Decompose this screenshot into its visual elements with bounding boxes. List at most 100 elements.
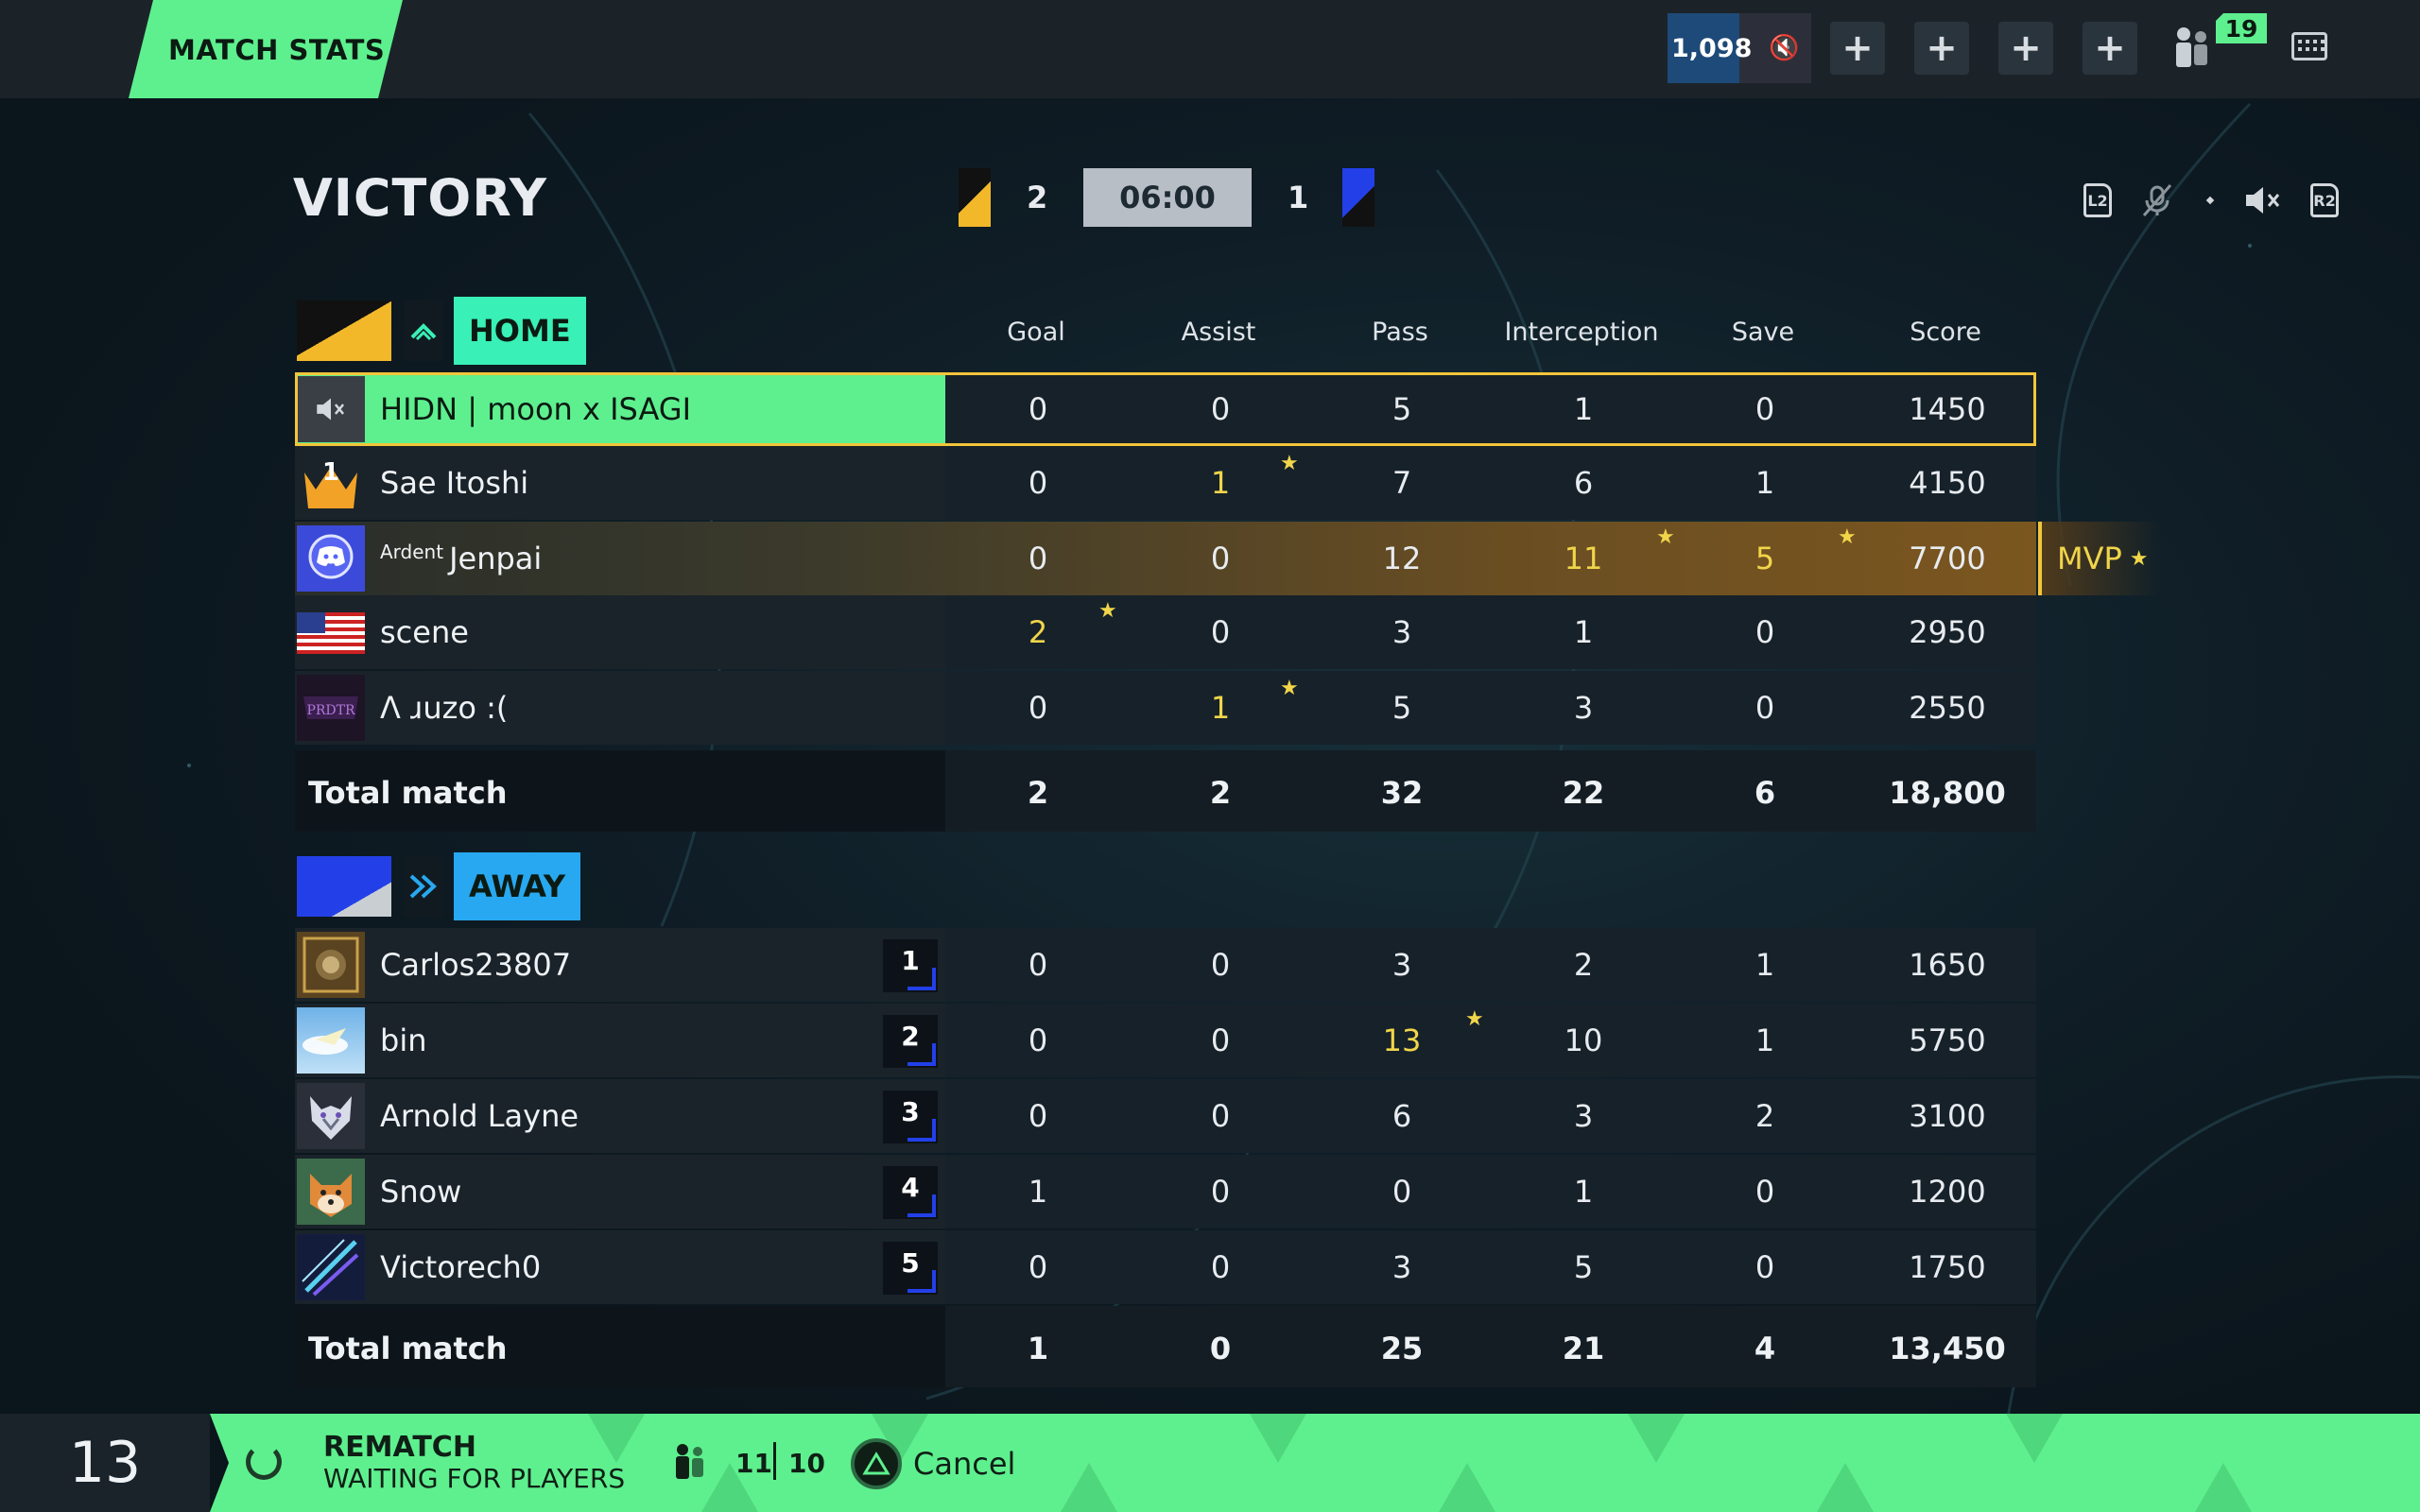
stat-save: 0 (1754, 391, 1775, 427)
stat-save: 0 (1754, 1249, 1775, 1285)
table-row[interactable]: PRDTR Λ ɹuzo :( 0 1 ★ 5 3 0 2550 (295, 671, 2036, 745)
player-name: Sae Itoshi (380, 465, 529, 501)
table-row[interactable]: 1 Sae Itoshi 0 1 ★ 7 6 1 4150 (295, 446, 2036, 520)
table-row[interactable]: scene 2 ★ 0 3 1 0 2950 (295, 595, 2036, 669)
player-title-prefix: Ardent (380, 541, 444, 563)
star-icon: ★ (1656, 525, 1675, 549)
stat-goal: 0 (1028, 391, 1048, 427)
r2-button[interactable]: R2 (2310, 183, 2339, 217)
table-row[interactable]: Victorech0 5 0 0 3 5 0 1750 (295, 1230, 2036, 1304)
total-interception: 21 (1562, 1331, 1605, 1366)
player-rank-badge: 4 (883, 1166, 938, 1219)
star-icon: ★ (1280, 677, 1299, 700)
stat-pass: 7 (1392, 465, 1412, 501)
stat-score: 1650 (1909, 947, 1986, 983)
muted-speaker-icon[interactable] (2242, 183, 2284, 217)
table-row[interactable]: HIDN | moon x ISAGI 0 0 5 1 0 1450 (295, 372, 2036, 446)
rematch-title: REMATCH (323, 1431, 476, 1464)
us-flag-icon (297, 599, 365, 665)
triangle-button-icon[interactable] (851, 1438, 902, 1489)
stat-assist: 1 (1210, 690, 1231, 726)
stat-interception: 6 (1573, 465, 1594, 501)
player-rank-badge: 1 (883, 939, 938, 992)
stat-assist: 0 (1210, 391, 1231, 427)
star-icon: ★ (1465, 1007, 1484, 1031)
stat-interception: 1 (1573, 1174, 1594, 1210)
stat-score: 1750 (1909, 1249, 1986, 1285)
predator-logo: PRDTR (297, 675, 365, 741)
column-header-assist: Assist (1181, 318, 1256, 347)
column-header-score: Score (1910, 318, 1981, 347)
stat-assist: 0 (1210, 1174, 1231, 1210)
total-label: Total match (308, 1331, 508, 1366)
stat-goal: 0 (1028, 541, 1048, 576)
add-slot-button-2[interactable]: + (1914, 22, 1969, 75)
shiba-avatar (297, 1159, 365, 1225)
total-save: 4 (1754, 1331, 1776, 1366)
stat-pass: 13 (1382, 1022, 1422, 1058)
stat-pass: 3 (1392, 947, 1412, 983)
table-row[interactable]: Snow 4 1 0 0 1 0 1200 (295, 1155, 2036, 1228)
cancel-button[interactable]: Cancel (913, 1446, 1015, 1482)
l2-button[interactable]: L2 (2083, 183, 2112, 217)
stat-goal: 0 (1028, 690, 1048, 726)
total-goal: 2 (1027, 775, 1049, 811)
coin-avatar (297, 932, 365, 998)
away-team-banner-flag (297, 856, 391, 917)
add-slot-button-3[interactable]: + (1998, 22, 2053, 75)
home-team-flag (959, 168, 991, 227)
column-header-interception: Interception (1504, 318, 1659, 347)
stat-assist: 0 (1210, 947, 1231, 983)
players-ready-count: 11 (735, 1448, 772, 1479)
stat-assist: 0 (1210, 541, 1231, 576)
table-row[interactable]: Ardent Jenpai 0 0 12 11 ★ 5 ★ 7700 (295, 522, 2036, 595)
table-row[interactable]: bin 2 0 0 13 ★ 10 1 5750 (295, 1004, 2036, 1077)
coins-display: 1,098 🔇 (1668, 13, 1811, 83)
muted-speaker-icon (297, 376, 365, 442)
rematch-status: WAITING FOR PLAYERS (323, 1463, 626, 1494)
home-team-logo-icon (405, 301, 442, 361)
stat-save: 2 (1754, 1098, 1775, 1134)
stat-goal: 0 (1028, 947, 1048, 983)
total-assist: 2 (1209, 775, 1232, 811)
stat-interception: 1 (1573, 614, 1594, 650)
wolf-avatar (297, 1083, 365, 1149)
stat-goal: 0 (1028, 465, 1048, 501)
home-score: 2 (1027, 180, 1048, 215)
stat-save: 1 (1754, 465, 1775, 501)
player-name: Arnold Layne (380, 1098, 579, 1134)
add-slot-button-4[interactable]: + (2083, 22, 2137, 75)
muted-speaker-icon: 🔇 (1769, 34, 1800, 62)
home-team-banner-flag (297, 301, 391, 361)
stat-goal: 2 (1028, 614, 1048, 650)
svg-text:PRDTR: PRDTR (306, 703, 355, 718)
stat-assist: 0 (1210, 1098, 1231, 1134)
table-row[interactable]: Carlos23807 1 0 0 3 2 1 1650 (295, 928, 2036, 1002)
loading-spinner-icon (246, 1444, 282, 1480)
stat-interception: 1 (1573, 391, 1594, 427)
player-name: Victorech0 (380, 1249, 542, 1285)
crown-icon: 1 (297, 450, 365, 516)
home-total-row: Total match 2 2 32 22 6 18,800 (295, 750, 2036, 832)
stat-pass: 5 (1392, 690, 1412, 726)
tab-match-stats[interactable]: MATCH STATS (129, 0, 403, 98)
stat-save: 0 (1754, 1174, 1775, 1210)
stat-assist: 0 (1210, 614, 1231, 650)
away-score: 1 (1288, 180, 1309, 215)
total-label: Total match (308, 775, 508, 811)
tab-match-stats-label: MATCH STATS (168, 34, 386, 66)
mic-off-icon[interactable] (2138, 183, 2176, 217)
column-header-save: Save (1731, 318, 1795, 347)
column-header-pass: Pass (1372, 318, 1428, 347)
stat-assist: 0 (1210, 1022, 1231, 1058)
add-slot-button-1[interactable]: + (1830, 22, 1885, 75)
svg-text:1: 1 (322, 458, 339, 487)
player-rank-badge: 3 (883, 1091, 938, 1143)
table-row[interactable]: Arnold Layne 3 0 0 6 3 2 3100 (295, 1079, 2036, 1153)
away-team-label: AWAY (454, 852, 581, 920)
total-save: 6 (1754, 775, 1776, 811)
total-goal: 1 (1027, 1331, 1049, 1366)
friends-icon[interactable] (2165, 25, 2221, 72)
keyboard-icon[interactable] (2291, 32, 2327, 60)
column-header-goal: Goal (1007, 318, 1065, 347)
